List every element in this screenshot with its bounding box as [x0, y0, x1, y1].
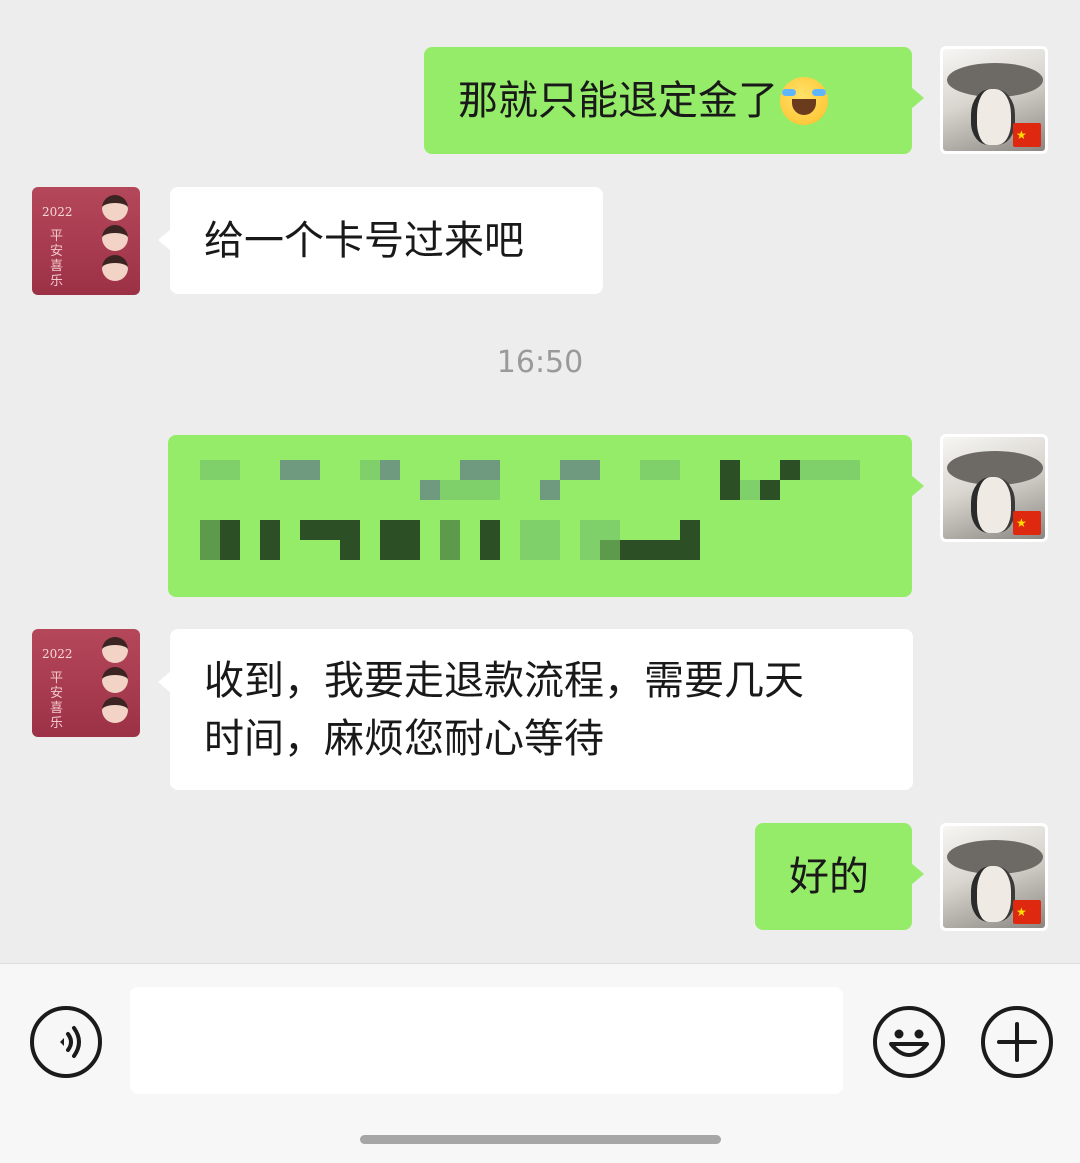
- my-avatar[interactable]: ★: [940, 434, 1048, 542]
- my-avatar[interactable]: ★: [940, 823, 1048, 931]
- china-flag-icon: ★: [1013, 123, 1041, 147]
- message-input-bar: [0, 963, 1080, 1163]
- china-flag-icon: ★: [1013, 511, 1041, 535]
- pixelated-card-number-bubble[interactable]: [168, 435, 924, 597]
- contact-avatar[interactable]: 2022 平安喜乐: [32, 187, 140, 295]
- incoming-message-bubble[interactable]: 给一个卡号过来吧: [158, 187, 603, 294]
- avatar-caption-text: 平安喜乐: [50, 671, 64, 731]
- chat-area[interactable]: 那就只能退定金了 ★ 2022 平安喜乐 给一个卡号过来吧 16:50 ★ 20…: [0, 0, 1080, 963]
- more-actions-button[interactable]: [981, 1006, 1053, 1078]
- message-text: 给一个卡号过来吧: [204, 217, 524, 264]
- outgoing-message-bubble[interactable]: 那就只能退定金了: [424, 47, 924, 154]
- avatar-year-text: 2022: [42, 647, 73, 661]
- voice-icon: [60, 1026, 81, 1058]
- laughing-crying-emoji-icon: [780, 76, 828, 125]
- voice-button[interactable]: [30, 1006, 102, 1078]
- message-timestamp: 16:50: [496, 345, 584, 380]
- message-text: 好的: [789, 853, 869, 900]
- home-indicator[interactable]: [360, 1135, 721, 1144]
- contact-avatar[interactable]: 2022 平安喜乐: [32, 629, 140, 737]
- redacted-card-number-pixels: [200, 460, 860, 560]
- message-text-line: 收到，我要走退款流程，需要几天: [204, 657, 804, 704]
- incoming-message-bubble[interactable]: 收到，我要走退款流程，需要几天 时间，麻烦您耐心等待: [158, 629, 913, 790]
- message-text-input[interactable]: [130, 987, 843, 1094]
- outgoing-message-bubble[interactable]: 好的: [755, 823, 924, 930]
- china-flag-icon: ★: [1013, 900, 1041, 924]
- emoji-button[interactable]: [873, 1006, 945, 1078]
- avatar-year-text: 2022: [42, 205, 73, 219]
- message-text-line: 时间，麻烦您耐心等待: [204, 715, 604, 762]
- my-avatar[interactable]: ★: [940, 46, 1048, 154]
- emoji-face-icon: [889, 1029, 929, 1057]
- message-text: 那就只能退定金了: [458, 77, 778, 124]
- avatar-caption-text: 平安喜乐: [50, 229, 64, 289]
- plus-icon: [997, 1022, 1037, 1062]
